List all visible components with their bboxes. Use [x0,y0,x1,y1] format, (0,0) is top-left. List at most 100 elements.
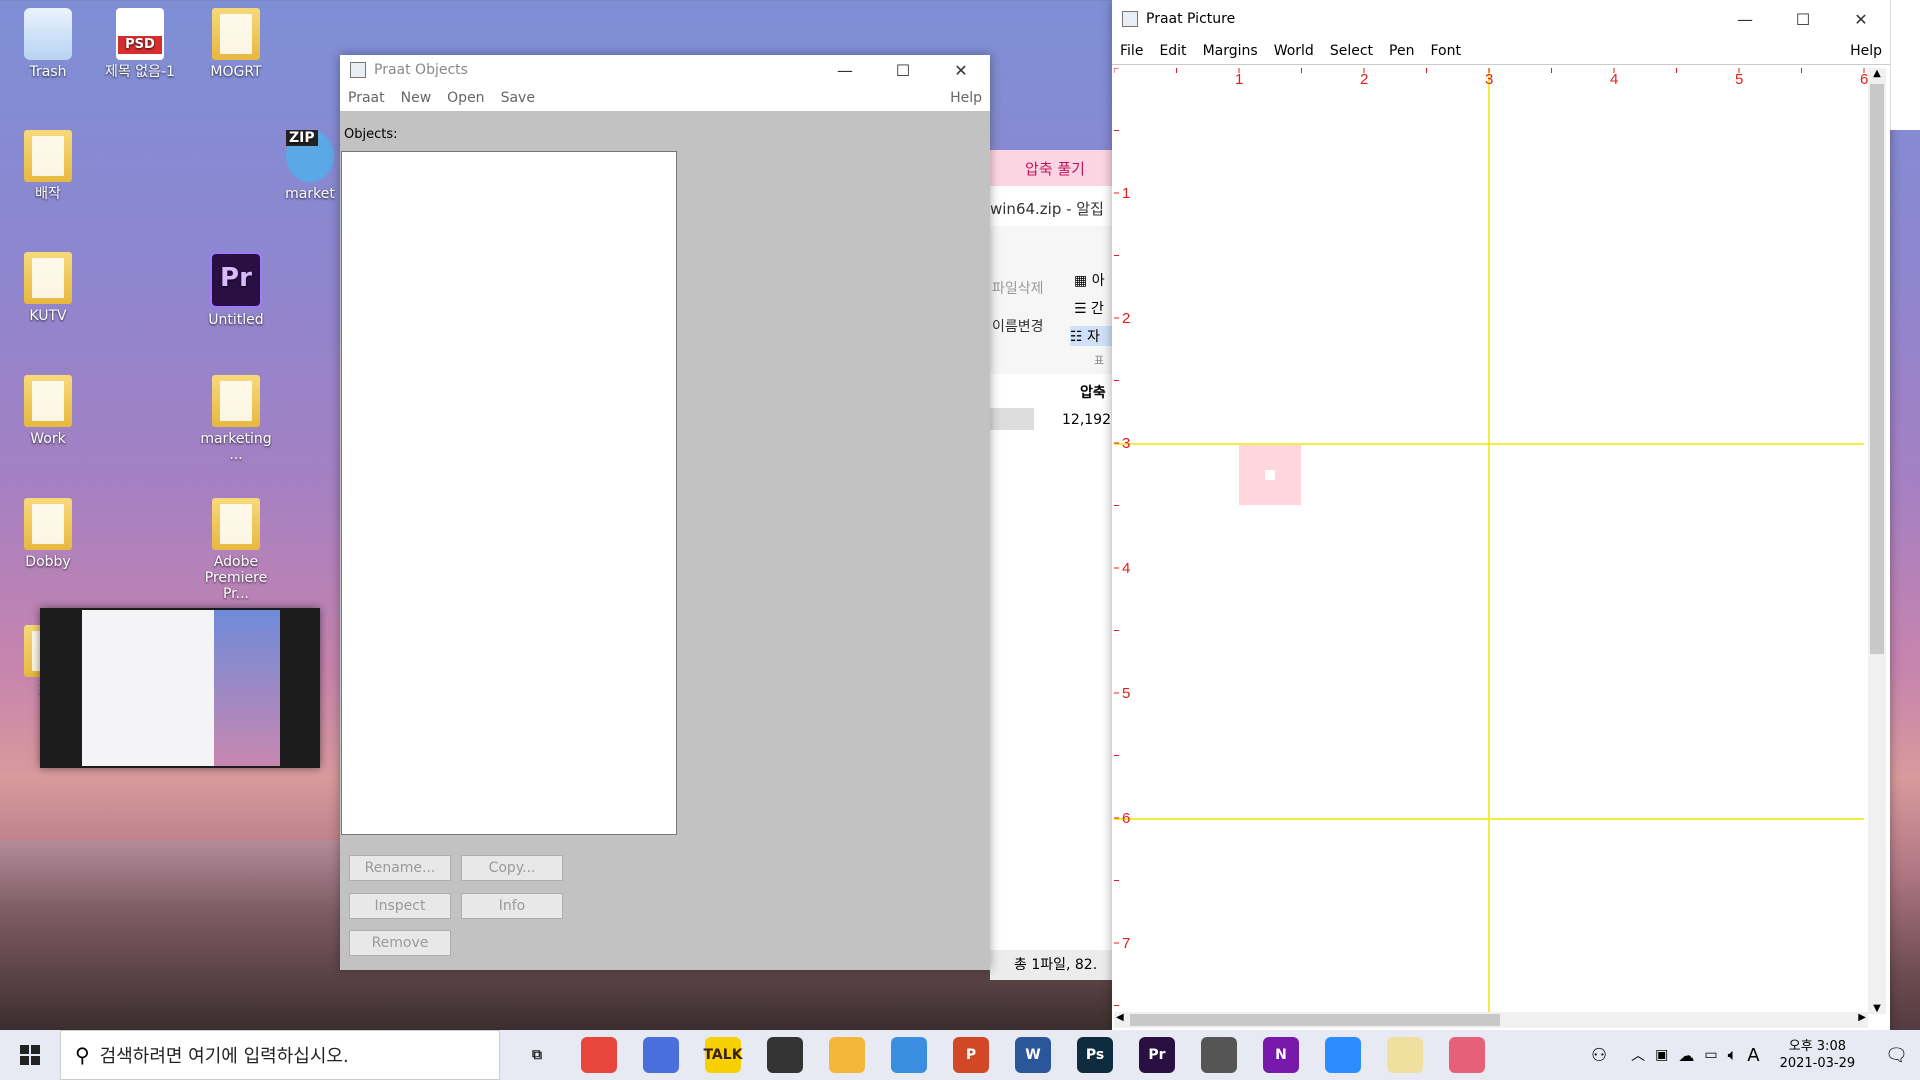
settings-app-icon[interactable] [643,1037,679,1073]
close-icon[interactable]: ✕ [932,55,990,85]
scroll-left-icon[interactable]: ◀ [1116,1012,1124,1023]
word-icon[interactable]: W [1015,1037,1051,1073]
delete-file-button[interactable]: 파일삭제 [992,278,1044,298]
scroll-right-icon[interactable]: ▶ [1858,1012,1866,1023]
scroll-down-icon[interactable]: ▼ [1868,1003,1886,1014]
minimize-icon[interactable]: — [1716,4,1774,34]
close-icon[interactable]: ✕ [1832,4,1890,34]
file-type-tag: ZIP [286,130,318,146]
onenote-icon[interactable]: N [1263,1037,1299,1073]
desktop-icon[interactable]: Adobe Premiere Pr... [196,498,276,602]
maximize-icon[interactable]: ☐ [1774,4,1832,34]
rename-file-button[interactable]: 이름변경 [992,316,1044,336]
tray-meet-icon[interactable]: ▣ [1655,1047,1668,1063]
menu-pen[interactable]: Pen [1381,43,1422,59]
remove-button[interactable]: Remove [349,930,451,956]
minimize-icon[interactable]: — [816,55,874,85]
picture-canvas[interactable]: 1 2 3 4 5 61234567 [1114,68,1874,1018]
desktop-icon[interactable]: ZIP market [270,130,350,202]
column-header-compressed[interactable]: 압축 [1080,382,1106,402]
desktop-icon[interactable]: MOGRT [196,8,276,80]
title-bar[interactable]: Praat Picture — ☐ ✕ [1112,0,1890,38]
view-option-detail[interactable]: ☷ 자 [1070,326,1118,346]
tray-chevron-icon[interactable]: ︿ [1631,1045,1645,1065]
powerpoint-icon[interactable]: P [953,1037,989,1073]
title-bar[interactable]: Praat Objects — ☐ ✕ [340,55,990,85]
zoom-icon[interactable] [1325,1037,1361,1073]
psd-file-icon: PSD [116,8,164,60]
desktop-icon[interactable]: 배작 [8,130,88,202]
vertical-scrollbar[interactable]: ▲ ▼ [1868,68,1886,1014]
maximize-icon[interactable]: ☐ [874,55,932,85]
ruler-label-x: 5 [1735,71,1743,88]
ruler-label-y: 2 [1122,310,1130,327]
chrome-icon[interactable] [581,1037,617,1073]
menu-edit[interactable]: Edit [1151,43,1194,59]
info-button[interactable]: Info [461,893,563,919]
menu-praat[interactable]: Praat [340,90,393,106]
clock-time: 오후 3:08 [1788,1039,1846,1054]
ruler-label-x: 3 [1485,71,1493,88]
start-button[interactable] [0,1030,60,1080]
desktop-icon-label: MOGRT [210,64,262,80]
ime-indicator[interactable]: A [1747,1045,1759,1066]
notepad-icon[interactable] [891,1037,927,1073]
sticky-notes-icon[interactable] [767,1037,803,1073]
menu-file[interactable]: File [1112,43,1151,59]
clock[interactable]: 오후 3:08 2021-03-29 [1780,1038,1856,1072]
photoshop-icon[interactable]: Ps [1077,1037,1113,1073]
desktop-icon[interactable]: Dobby [8,498,88,570]
scroll-thumb[interactable] [1870,84,1884,654]
battery-icon[interactable]: ▭ [1704,1047,1717,1063]
ruler-label-y: 7 [1122,935,1130,952]
notification-icon[interactable]: 🗨︎ [1885,1045,1908,1066]
inspect-button[interactable]: Inspect [349,893,451,919]
alzip-title: win64.zip - 알집 [990,200,1104,218]
camera-icon[interactable] [1201,1037,1237,1073]
horizontal-scrollbar[interactable]: ◀ ▶ [1114,1012,1868,1028]
desktop-icon[interactable]: Trash [8,8,88,80]
people-icon[interactable]: ⚇ [1591,1045,1607,1066]
desktop-icon[interactable]: Pr Untitled [196,252,276,328]
praat-objects-window[interactable]: Praat Objects — ☐ ✕ Praat New Open Save … [340,55,990,970]
menu-help[interactable]: Help [942,90,990,106]
ruler-label-y: 6 [1122,810,1130,827]
scroll-up-icon[interactable]: ▲ [1868,68,1886,84]
menu-font[interactable]: Font [1422,43,1468,59]
volume-icon[interactable]: 🔈︎ [1728,1045,1738,1065]
menu-select[interactable]: Select [1322,43,1381,59]
extract-button[interactable]: 압축 풀기 [990,150,1120,186]
menu-world[interactable]: World [1266,43,1322,59]
window-preview-thumbnail[interactable] [40,608,320,768]
premiere-icon[interactable]: Pr [1139,1037,1175,1073]
selection-handle [1265,470,1275,480]
menu-new[interactable]: New [393,90,440,106]
desktop-icon-label: KUTV [29,308,67,324]
rename-button[interactable]: Rename... [349,855,451,881]
menu-help[interactable]: Help [1842,43,1890,59]
onedrive-icon[interactable]: ☁ [1678,1046,1694,1065]
desktop-icon[interactable]: marketing ... [196,375,276,463]
desktop-icon-label: marketing ... [200,431,272,463]
ruler-label-y: 1 [1122,185,1130,202]
taskbar: ⚲ 검색하려면 여기에 입력하십시오. ⧉ TALK P W Ps Pr N ⚇ ︿ ▣ ☁… [0,1030,1920,1080]
menu-open[interactable]: Open [439,90,492,106]
file-explorer-icon[interactable] [829,1037,865,1073]
copy-button[interactable]: Copy... [461,855,563,881]
desktop-icon[interactable]: PSD 제목 없음-1 [100,8,180,80]
alzip-window[interactable]: 압축 풀기 win64.zip - 알집 파일삭제 이름변경 ▦ 아 ☰ 간 ☷… [990,150,1120,980]
search-box[interactable]: ⚲ 검색하려면 여기에 입력하십시오. [60,1030,500,1080]
menu-margins[interactable]: Margins [1195,43,1266,59]
praat-picture-window[interactable]: Praat Picture — ☐ ✕ File Edit Margins Wo… [1112,0,1890,1030]
task-view-icon[interactable]: ⧉ [519,1037,555,1073]
desktop-icon[interactable]: KUTV [8,252,88,324]
desktop-icon[interactable]: Work [8,375,88,447]
scroll-thumb[interactable] [1130,1014,1500,1026]
kakaotalk-icon[interactable]: TALK [703,1037,743,1073]
menu-save[interactable]: Save [493,90,543,106]
alzip-icon[interactable] [1387,1037,1423,1073]
view-option-list[interactable]: ☰ 간 [1074,298,1104,318]
view-option-large[interactable]: ▦ 아 [1074,270,1105,290]
objects-list[interactable] [341,151,677,835]
praat-icon[interactable] [1449,1037,1485,1073]
